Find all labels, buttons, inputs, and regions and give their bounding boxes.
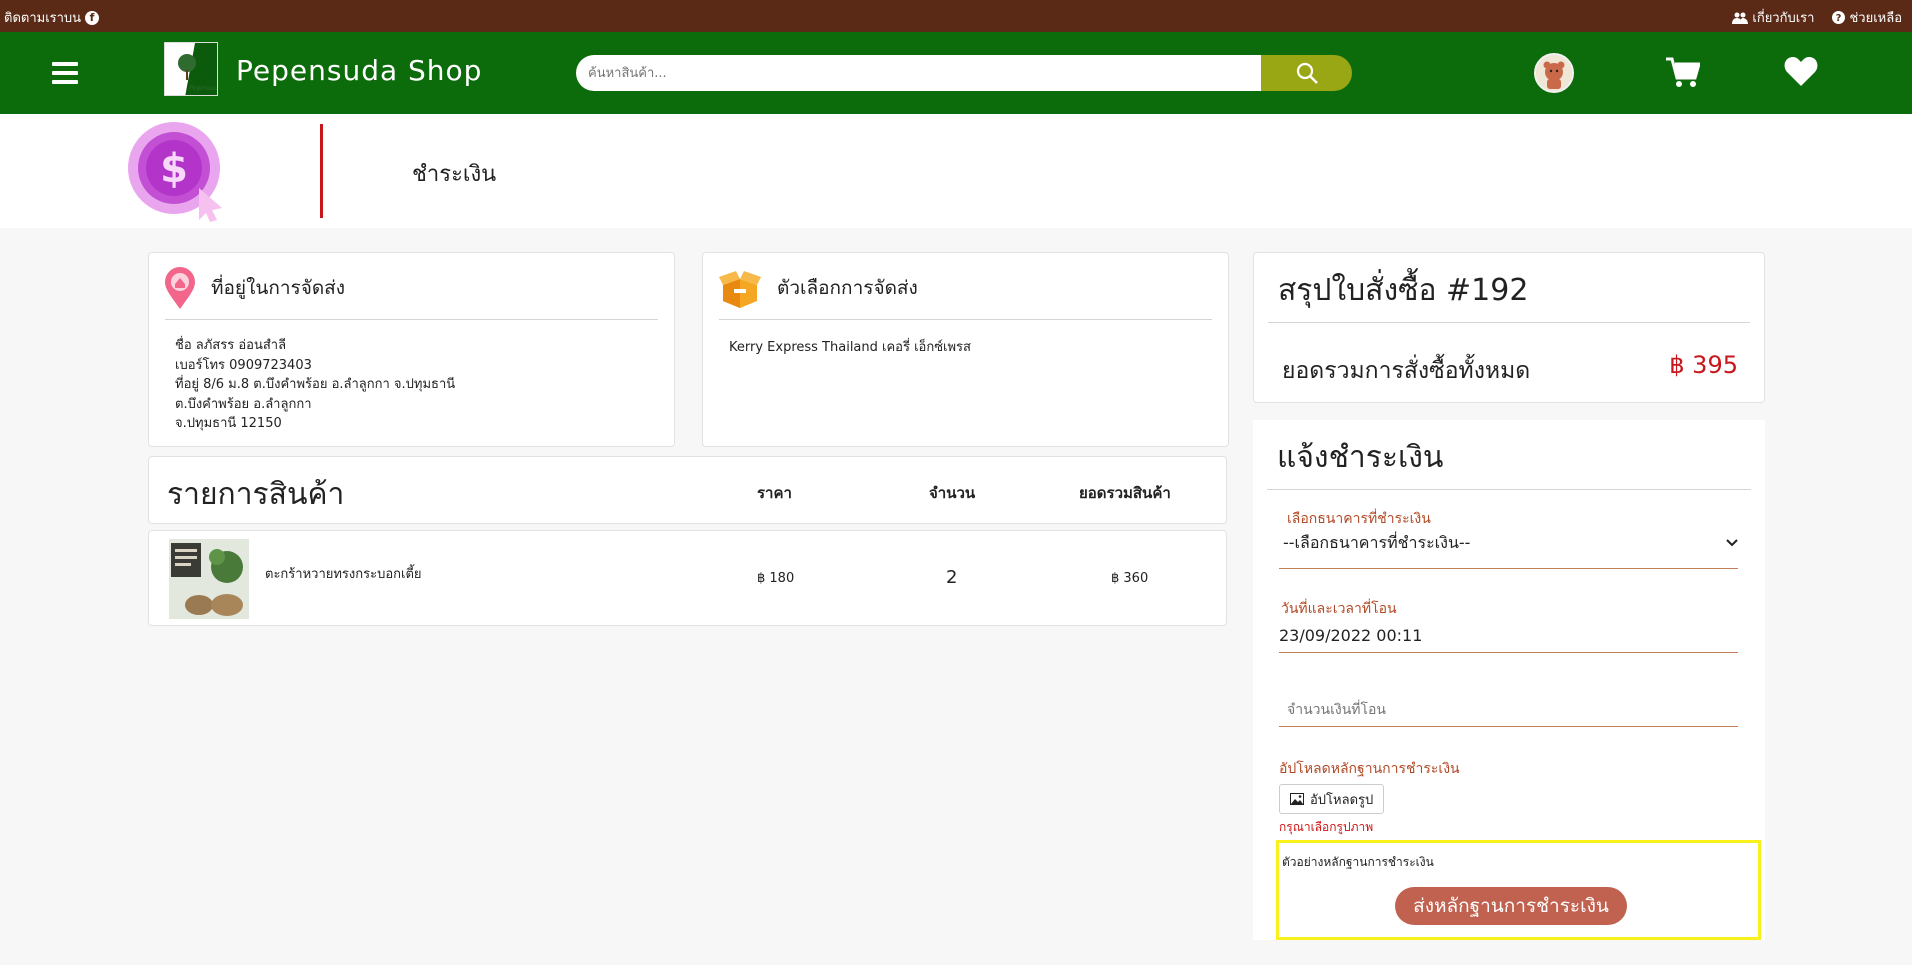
product-price: ฿ 180 bbox=[757, 571, 795, 586]
svg-text:$: $ bbox=[160, 146, 188, 192]
shipping-title: ตัวเลือกการจัดส่ง bbox=[777, 277, 918, 299]
search-input[interactable] bbox=[576, 55, 1262, 91]
bank-select-value: --เลือกธนาคารที่ชำระเงิน-- bbox=[1283, 532, 1471, 552]
shipping-card-header: ตัวเลือกการจัดส่ง bbox=[719, 253, 1212, 320]
top-strip: ติดตามเราบน f เกี่ยวกับเรา ? ช่วยเหลือ bbox=[0, 0, 1912, 32]
shop-logo[interactable]: Pepensuda bbox=[164, 42, 218, 96]
menu-icon[interactable] bbox=[52, 62, 78, 84]
order-summary-title: สรุปใบสั่งซื้อ #192 bbox=[1268, 253, 1750, 323]
search-button[interactable] bbox=[1261, 55, 1352, 91]
users-icon bbox=[1732, 12, 1749, 24]
brand-name[interactable]: Pepensuda Shop bbox=[236, 54, 482, 87]
bank-select[interactable]: --เลือกธนาคารที่ชำระเงิน-- bbox=[1279, 532, 1738, 554]
follow-label: ติดตามเราบน bbox=[4, 11, 82, 26]
column-quantity: จำนวน bbox=[929, 484, 976, 502]
order-total-amount: ฿ 395 bbox=[1669, 351, 1738, 379]
image-icon bbox=[1290, 793, 1304, 805]
order-total-label: ยอดรวมการสั่งซื้อทั้งหมด bbox=[1282, 358, 1531, 384]
upload-image-button[interactable]: อัปโหลดรูป bbox=[1279, 784, 1385, 814]
address-line: ต.บึงคำพร้อย อ.ลำลูกกา bbox=[175, 396, 312, 412]
page-banner: $ ชำระเงิน bbox=[0, 114, 1912, 228]
banner-divider bbox=[320, 124, 323, 218]
submit-proof-button[interactable]: ส่งหลักฐานการชำระเงิน bbox=[1395, 887, 1627, 925]
follow-us[interactable]: ติดตามเราบน f bbox=[4, 7, 100, 28]
transfer-amount-input[interactable] bbox=[1279, 696, 1738, 724]
upload-error-message: กรุณาเลือกรูปภาพ bbox=[1279, 820, 1374, 834]
address-card-header: ที่อยู่ในการจัดส่ง bbox=[165, 253, 658, 320]
address-line: จ.ปทุมธานี 12150 bbox=[175, 416, 282, 431]
highlighted-submit-area: ตัวอย่างหลักฐานการชำระเงิน ส่งหลักฐานการ… bbox=[1276, 840, 1761, 940]
search-bar bbox=[576, 55, 1352, 91]
address-details: ชื่อ ลภัสรร อ่อนสำลี เบอร์โทร 0909723403… bbox=[149, 320, 674, 450]
address-card: ที่อยู่ในการจัดส่ง ชื่อ ลภัสรร อ่อนสำลี … bbox=[148, 252, 675, 447]
datetime-underline bbox=[1279, 652, 1738, 653]
product-quantity: 2 bbox=[946, 567, 958, 588]
svg-text:?: ? bbox=[1836, 13, 1842, 24]
help-label: ช่วยเหลือ bbox=[1849, 11, 1902, 26]
payment-form-title: แจ้งชำระเงิน bbox=[1267, 420, 1751, 490]
main-header: Pepensuda Pepensuda Shop bbox=[0, 32, 1912, 114]
address-title: ที่อยู่ในการจัดส่ง bbox=[211, 277, 346, 299]
address-line: เบอร์โทร 0909723403 bbox=[175, 357, 312, 373]
bank-select-underline bbox=[1279, 568, 1738, 569]
package-box-icon bbox=[719, 271, 761, 308]
about-label: เกี่ยวกับเรา bbox=[1752, 11, 1815, 26]
page-title: ชำระเงิน bbox=[412, 162, 497, 187]
avatar[interactable] bbox=[1534, 53, 1574, 93]
upload-image-label: อัปโหลดรูป bbox=[1310, 792, 1374, 808]
facebook-icon[interactable]: f bbox=[85, 10, 100, 25]
product-name[interactable]: ตะกร้าหวายทรงกระบอกเตี้ย bbox=[265, 563, 422, 584]
transfer-amount-underline bbox=[1279, 726, 1738, 727]
shipping-card: ตัวเลือกการจัดส่ง Kerry Express Thailand… bbox=[702, 252, 1229, 447]
address-line: ชื่อ ลภัสรร อ่อนสำลี bbox=[175, 338, 287, 353]
items-header: รายการสินค้า ราคา จำนวน ยอดรวมสินค้า bbox=[148, 456, 1227, 524]
column-subtotal: ยอดรวมสินค้า bbox=[1079, 484, 1171, 502]
logo-image: Pepensuda bbox=[165, 43, 218, 95]
payment-coin-icon: $ bbox=[124, 116, 234, 230]
upload-proof-label: อัปโหลดหลักฐานการชำระเงิน bbox=[1279, 761, 1460, 777]
example-proof-label: ตัวอย่างหลักฐานการชำระเงิน bbox=[1282, 855, 1434, 869]
cart-icon[interactable] bbox=[1666, 56, 1701, 92]
bank-select-label: เลือกธนาคารที่ชำระเงิน bbox=[1287, 511, 1431, 527]
items-title: รายการสินค้า bbox=[167, 477, 345, 512]
datetime-label: วันที่และเวลาที่โอน bbox=[1281, 601, 1397, 617]
shipping-option: Kerry Express Thailand เคอรี่ เอ็กซ์เพรส bbox=[729, 340, 971, 355]
payment-notification-form: แจ้งชำระเงิน เลือกธนาคารที่ชำระเงิน --เล… bbox=[1253, 420, 1765, 940]
location-pin-icon bbox=[165, 267, 195, 309]
help-icon: ? bbox=[1832, 11, 1846, 24]
about-link[interactable]: เกี่ยวกับเรา bbox=[1732, 7, 1814, 28]
help-link[interactable]: ? ช่วยเหลือ bbox=[1832, 7, 1902, 28]
chevron-down-icon bbox=[1726, 539, 1738, 547]
order-summary-card: สรุปใบสั่งซื้อ #192 ยอดรวมการสั่งซื้อทั้… bbox=[1253, 252, 1765, 403]
address-line: ที่อยู่ 8/6 ม.8 ต.บึงคำพร้อย อ.ลำลูกกา จ… bbox=[175, 377, 456, 392]
datetime-input[interactable]: 23/09/2022 00:11 bbox=[1279, 626, 1422, 645]
product-thumbnail[interactable] bbox=[169, 539, 249, 619]
svg-text:Pepensuda: Pepensuda bbox=[188, 85, 218, 92]
heart-icon[interactable] bbox=[1784, 56, 1818, 90]
column-price: ราคา bbox=[757, 484, 792, 502]
search-icon bbox=[1296, 62, 1318, 84]
table-row: ตะกร้าหวายทรงกระบอกเตี้ย ฿ 180 2 ฿ 360 bbox=[148, 530, 1227, 626]
product-subtotal: ฿ 360 bbox=[1111, 571, 1149, 586]
